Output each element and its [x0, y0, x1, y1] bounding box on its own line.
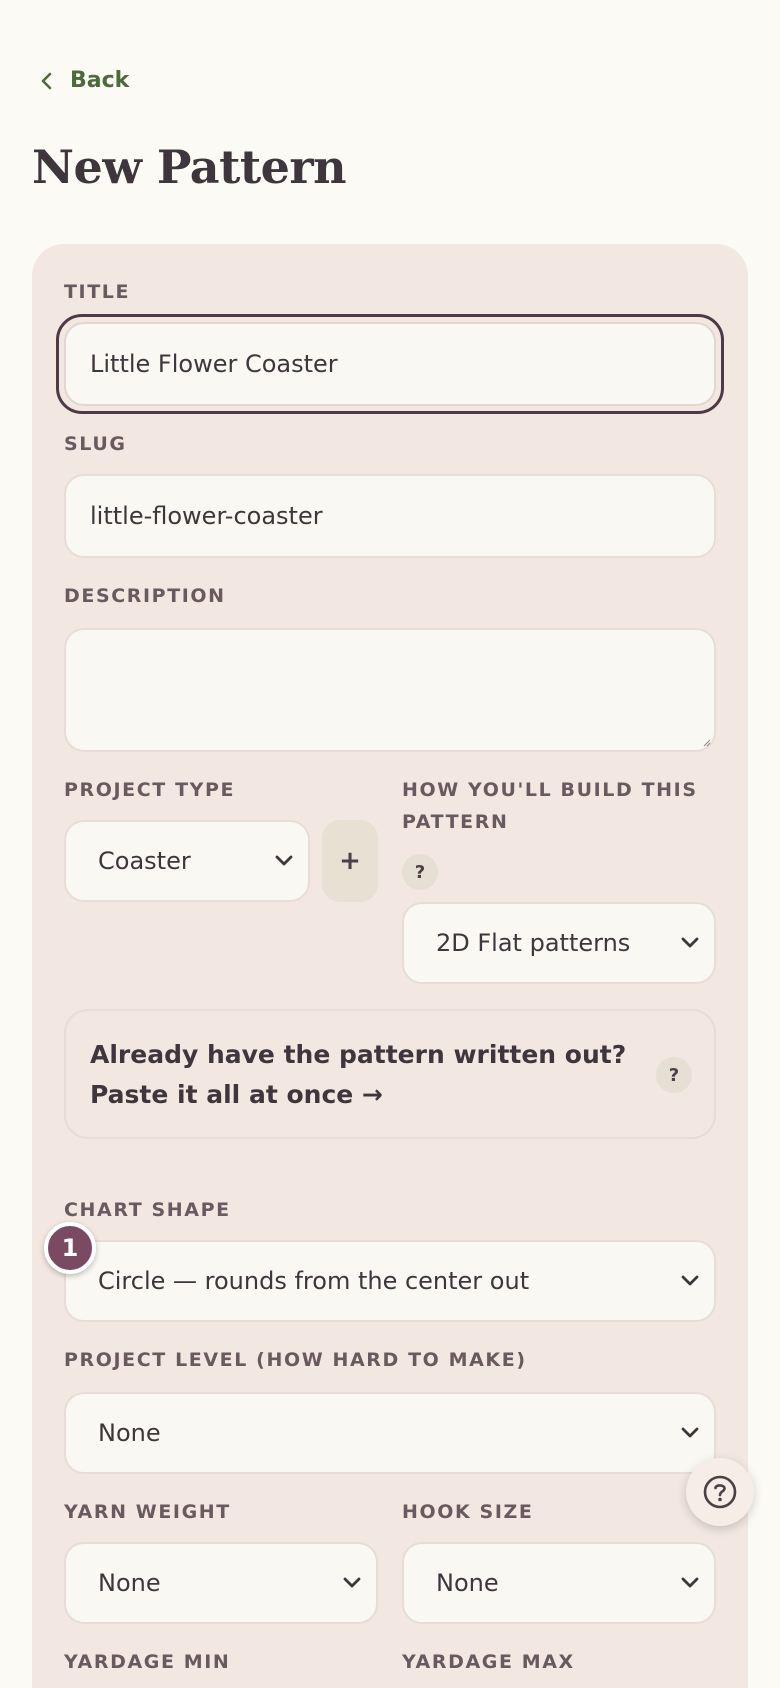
build-label-line2: PATTERN: [402, 811, 509, 833]
hook-size-label: HOOK SIZE: [402, 1501, 534, 1523]
paste-line-1: Already have the pattern written out?: [90, 1040, 627, 1069]
project-level-label: PROJECT LEVEL (HOW HARD TO MAKE): [64, 1349, 527, 1371]
project-type-select[interactable]: Coaster: [64, 820, 310, 902]
description-label: DESCRIPTION: [64, 585, 226, 607]
new-pattern-page: Back New Pattern TITLE Little Flower Coa…: [0, 0, 780, 1688]
slug-input-value: little-flower-coaster: [90, 502, 323, 530]
chevron-down-icon: [681, 1577, 699, 1588]
chevron-down-icon: [681, 1427, 699, 1438]
paste-line-2[interactable]: Paste it all at once →: [90, 1075, 630, 1115]
project-type-value: Coaster: [98, 847, 191, 875]
build-help-icon[interactable]: ?: [402, 854, 438, 890]
build-method-select[interactable]: 2D Flat patterns: [402, 902, 716, 984]
question-circle-icon: [703, 1475, 737, 1509]
hook-size-value: None: [436, 1569, 499, 1597]
back-label: Back: [70, 68, 130, 93]
paste-help-icon[interactable]: ?: [656, 1057, 692, 1093]
help-button[interactable]: [686, 1458, 754, 1526]
yardage-min-label: YARDAGE MIN: [64, 1651, 231, 1673]
project-type-label: PROJECT TYPE: [64, 779, 236, 801]
description-textarea[interactable]: [64, 628, 716, 752]
project-level-select[interactable]: None: [64, 1392, 716, 1474]
add-project-type-button[interactable]: +: [322, 820, 378, 902]
project-level-value: None: [98, 1419, 161, 1447]
yarn-weight-value: None: [98, 1569, 161, 1597]
title-input[interactable]: Little Flower Coaster: [64, 322, 716, 406]
paste-pattern-panel[interactable]: Already have the pattern written out? Pa…: [64, 1009, 716, 1139]
yarn-weight-select[interactable]: None: [64, 1542, 378, 1624]
tour-step-badge: 1: [44, 1222, 96, 1274]
page-title: New Pattern: [32, 140, 347, 194]
slug-label: SLUG: [64, 433, 127, 455]
chart-shape-value: Circle — rounds from the center out: [98, 1267, 530, 1295]
chevron-down-icon: [275, 855, 293, 866]
back-link[interactable]: Back: [38, 68, 129, 93]
chart-shape-label: CHART SHAPE: [64, 1199, 231, 1221]
slug-input[interactable]: little-flower-coaster: [64, 474, 716, 558]
chevron-down-icon: [343, 1577, 361, 1588]
chevron-down-icon: [681, 937, 699, 948]
title-input-value: Little Flower Coaster: [90, 350, 338, 378]
chevron-down-icon: [681, 1275, 699, 1286]
yardage-max-label: YARDAGE MAX: [402, 1651, 575, 1673]
chart-shape-select[interactable]: Circle — rounds from the center out: [64, 1240, 716, 1322]
paste-pattern-text: Already have the pattern written out? Pa…: [90, 1035, 630, 1115]
hook-size-select[interactable]: None: [402, 1542, 716, 1624]
title-label: TITLE: [64, 281, 131, 303]
resize-handle-icon[interactable]: [701, 737, 711, 747]
build-label-line1: HOW YOU'LL BUILD THIS: [402, 779, 698, 801]
yarn-weight-label: YARN WEIGHT: [64, 1501, 231, 1523]
build-method-value: 2D Flat patterns: [436, 929, 631, 957]
chevron-left-icon: [41, 72, 52, 89]
